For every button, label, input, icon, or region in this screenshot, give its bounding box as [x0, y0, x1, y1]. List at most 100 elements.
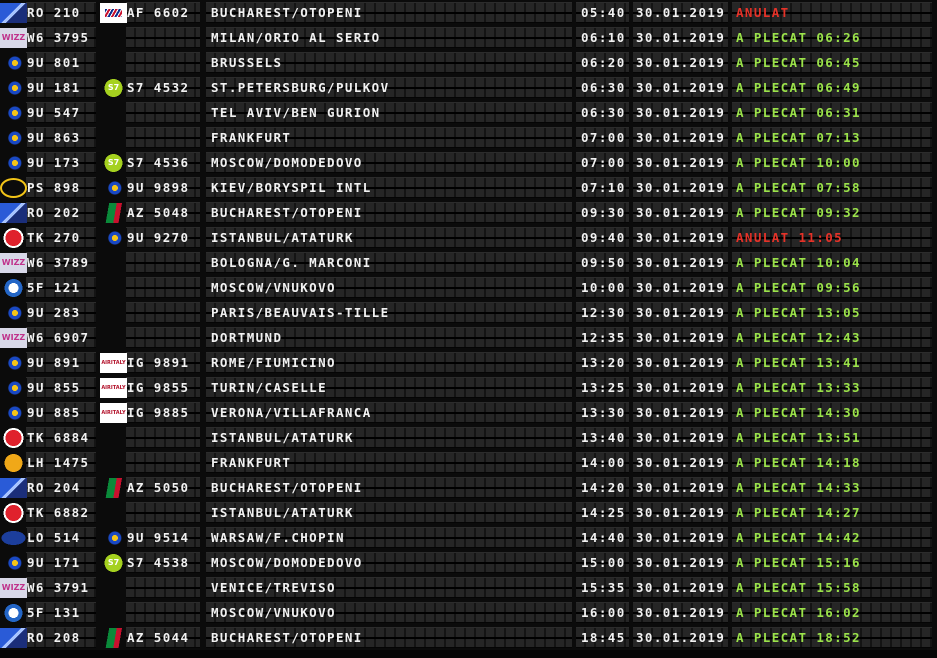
flight-row: TK 270 9U 9270 ISTANBUL/ATATURK 09:40 30.01.… [0, 225, 937, 250]
flight-number: 9U 547 [27, 105, 81, 120]
scheduled-time: 13:25 [581, 380, 626, 395]
scheduled-time: 14:00 [581, 455, 626, 470]
flight-date: 30.01.2019 [636, 355, 726, 370]
flight-status: A PLECAT 12:43 [736, 330, 861, 345]
flight-row: 9U 283 PARIS/BEAUVAIS-TILLE 12:30 30.01.201… [0, 300, 937, 325]
destination: FRANKFURT [211, 455, 292, 470]
flight-date: 30.01.2019 [636, 255, 726, 270]
fly-one-logo [0, 603, 27, 623]
flight-status: A PLECAT 13:05 [736, 305, 861, 320]
flight-status: A PLECAT 06:31 [736, 105, 861, 120]
scheduled-time: 18:45 [581, 630, 626, 645]
flight-status: A PLECAT 10:00 [736, 155, 861, 170]
destination: VENICE/TREVISO [211, 580, 336, 595]
codeshare-number: S7 4536 [127, 155, 190, 170]
codeshare-number: 9U 9514 [127, 530, 190, 545]
flight-status: A PLECAT 14:27 [736, 505, 861, 520]
flight-number: RO 202 [27, 205, 81, 220]
destination: MILAN/ORIO AL SERIO [211, 30, 381, 45]
wizz-air-logo: WIZZ [0, 328, 27, 348]
flight-row: TK 6884 ISTANBUL/ATATURK 13:40 30.01.2019 A … [0, 425, 937, 450]
scheduled-time: 09:50 [581, 255, 626, 270]
flight-date: 30.01.2019 [636, 605, 726, 620]
flight-status: A PLECAT 09:56 [736, 280, 861, 295]
flap-cell [126, 52, 200, 73]
flap-cell [126, 602, 200, 623]
destination: TURIN/CASELLE [211, 380, 328, 395]
air-moldova-logo [0, 53, 27, 73]
air-moldova-logo [0, 378, 27, 398]
s7-logo: S7 [100, 553, 127, 573]
flight-date: 30.01.2019 [636, 455, 726, 470]
alitalia-logo [100, 628, 127, 648]
scheduled-time: 07:10 [581, 180, 626, 195]
codeshare-number: IG 9891 [127, 355, 190, 370]
scheduled-time: 06:30 [581, 80, 626, 95]
turkish-airlines-logo [0, 428, 27, 448]
destination: DORTMUND [211, 330, 283, 345]
flight-date: 30.01.2019 [636, 430, 726, 445]
flight-date: 30.01.2019 [636, 230, 726, 245]
alitalia-logo [100, 203, 127, 223]
destination: WARSAW/F.CHOPIN [211, 530, 345, 545]
flight-row: AIRITALY 9U 891 IG 9891 ROME/FIUMICINO 13:20… [0, 350, 937, 375]
air-italy-logo: AIRITALY [100, 353, 127, 373]
scheduled-time: 13:40 [581, 430, 626, 445]
flight-status: A PLECAT 10:04 [736, 255, 861, 270]
destination: FRANKFURT [211, 130, 292, 145]
flap-cell [126, 127, 200, 148]
scheduled-time: 07:00 [581, 130, 626, 145]
tarom-logo [0, 203, 27, 223]
flight-row: WIZZ W6 3791 VENICE/TREVISO 15:35 30.01.2019… [0, 575, 937, 600]
flight-status: A PLECAT 16:02 [736, 605, 861, 620]
fly-one-logo [0, 278, 27, 298]
flight-row: 9U 801 BRUSSELS 06:20 30.01.2019 A PLECAT 06… [0, 50, 937, 75]
tarom-logo [0, 628, 27, 648]
destination: ISTANBUL/ATATURK [211, 230, 354, 245]
air-moldova-logo [0, 553, 27, 573]
codeshare-number: 9U 9898 [127, 180, 190, 195]
scheduled-time: 15:00 [581, 555, 626, 570]
turkish-airlines-logo [0, 228, 27, 248]
flight-date: 30.01.2019 [636, 405, 726, 420]
flight-date: 30.01.2019 [636, 305, 726, 320]
flight-number: 9U 173 [27, 155, 81, 170]
flight-date: 30.01.2019 [636, 505, 726, 520]
scheduled-time: 14:40 [581, 530, 626, 545]
air-moldova-logo [0, 78, 27, 98]
flight-status: A PLECAT 18:52 [736, 630, 861, 645]
air-moldova-logo [0, 303, 27, 323]
flight-row: S7 9U 173 S7 4536 MOSCOW/DOMODEDOVO 07:00 30.… [0, 150, 937, 175]
s7-logo: S7 [100, 153, 127, 173]
tarom-logo [0, 478, 27, 498]
departures-board: RO 210 AF 6602 BUCHAREST/OTOPENI 05:40 30.01… [0, 0, 937, 658]
flap-cell [126, 452, 200, 473]
flap-cell [126, 577, 200, 598]
scheduled-time: 09:40 [581, 230, 626, 245]
flight-status: ANULAT 11:05 [736, 230, 844, 245]
air-moldova-logo [0, 403, 27, 423]
flight-row: S7 9U 181 S7 4532 ST.PETERSBURG/PULKOV 06:30… [0, 75, 937, 100]
codeshare-number: AZ 5044 [127, 630, 190, 645]
codeshare-number: 9U 9270 [127, 230, 190, 245]
flight-number: W6 6907 [27, 330, 90, 345]
destination: PARIS/BEAUVAIS-TILLE [211, 305, 390, 320]
flight-row: RO 204 AZ 5050 BUCHAREST/OTOPENI 14:20 30.01… [0, 475, 937, 500]
destination: BRUSSELS [211, 55, 283, 70]
destination: MOSCOW/DOMODEDOVO [211, 155, 363, 170]
flight-date: 30.01.2019 [636, 580, 726, 595]
air-moldova-logo [0, 153, 27, 173]
scheduled-time: 06:30 [581, 105, 626, 120]
destination: TEL AVIV/BEN GURION [211, 105, 381, 120]
destination: MOSCOW/VNUKOVO [211, 280, 336, 295]
flight-date: 30.01.2019 [636, 55, 726, 70]
scheduled-time: 14:25 [581, 505, 626, 520]
wizz-air-logo: WIZZ [0, 578, 27, 598]
alitalia-logo [100, 478, 127, 498]
destination: BUCHAREST/OTOPENI [211, 630, 363, 645]
air-moldova-logo [0, 103, 27, 123]
flight-status: A PLECAT 06:49 [736, 80, 861, 95]
air-italy-logo: AIRITALY [100, 403, 127, 423]
flight-date: 30.01.2019 [636, 180, 726, 195]
flight-row: RO 208 AZ 5044 BUCHAREST/OTOPENI 18:45 30.01… [0, 625, 937, 650]
